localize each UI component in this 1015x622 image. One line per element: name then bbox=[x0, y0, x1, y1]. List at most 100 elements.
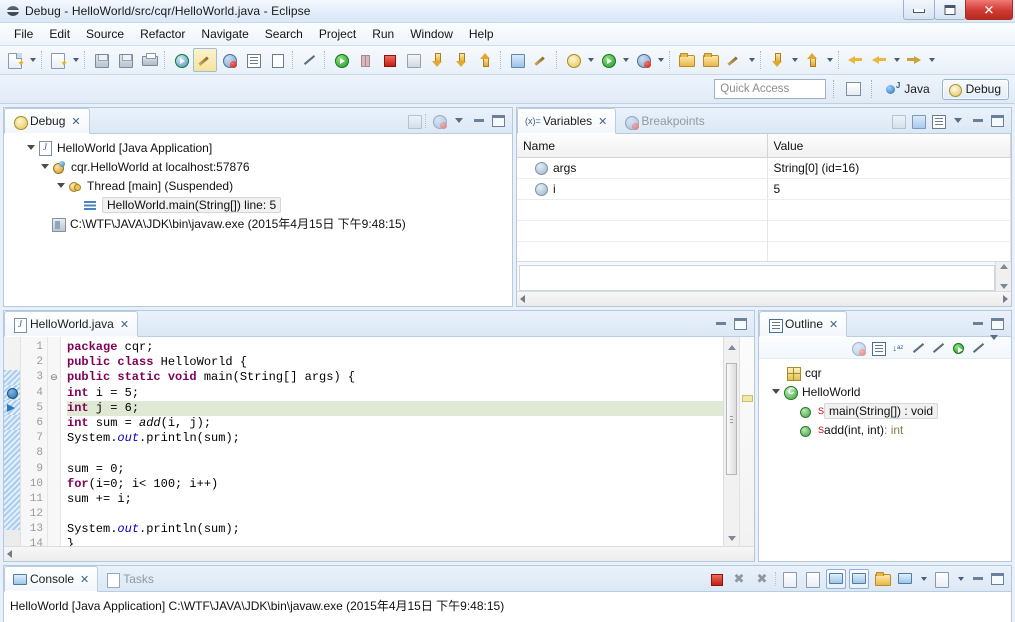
view-menu-button[interactable] bbox=[949, 112, 966, 129]
previous-annotation-dropdown[interactable] bbox=[824, 49, 835, 71]
new-java-package-button[interactable]: ✦ bbox=[46, 48, 70, 72]
detail-horizontal-scrollbar[interactable] bbox=[517, 291, 1011, 306]
tab-helloworld-java[interactable]: HelloWorld.java ✕ bbox=[4, 311, 139, 337]
quick-access-input[interactable]: Quick Access bbox=[714, 79, 827, 99]
new-wizard-dropdown[interactable] bbox=[27, 49, 38, 71]
open-perspective-button[interactable] bbox=[842, 79, 864, 99]
terminate-button[interactable] bbox=[377, 48, 401, 72]
drop-to-frame-button[interactable] bbox=[505, 48, 529, 72]
next-annotation-button[interactable] bbox=[765, 48, 789, 72]
hide-fields-button[interactable] bbox=[910, 340, 926, 356]
toggle-mark-occurrences-button[interactable] bbox=[169, 48, 193, 72]
tab-outline-close-icon[interactable]: ✕ bbox=[829, 318, 838, 331]
outline-item-package[interactable]: cqr bbox=[763, 363, 1011, 382]
resume-button[interactable] bbox=[329, 48, 353, 72]
step-return-button[interactable] bbox=[473, 48, 497, 72]
maximize-view-button[interactable] bbox=[989, 112, 1006, 129]
next-annotation-dropdown[interactable] bbox=[789, 49, 800, 71]
scroll-left-icon[interactable] bbox=[7, 550, 12, 558]
run-coverage-button[interactable] bbox=[631, 48, 655, 72]
menu-navigate[interactable]: Navigate bbox=[193, 24, 256, 44]
scroll-down-icon[interactable] bbox=[1000, 284, 1008, 289]
variable-value-cell[interactable]: 5 bbox=[767, 178, 1011, 200]
outline-item-class[interactable]: HelloWorld bbox=[763, 382, 1011, 401]
save-all-button[interactable] bbox=[113, 48, 137, 72]
minimize-view-button[interactable] bbox=[470, 112, 487, 129]
coverage-dropdown[interactable] bbox=[655, 49, 666, 71]
column-header-name[interactable]: Name bbox=[517, 134, 768, 158]
open-console-dropdown[interactable] bbox=[955, 568, 966, 590]
toggle-block-selection-button[interactable] bbox=[241, 48, 265, 72]
console-view-body[interactable]: HelloWorld [Java Application] C:\WTF\JAV… bbox=[4, 592, 1011, 622]
scroll-right-icon[interactable] bbox=[1003, 295, 1008, 303]
table-row[interactable]: args String[0] (id=16) bbox=[517, 157, 1011, 179]
hide-local-types-button[interactable] bbox=[970, 340, 986, 356]
show-whitespace-button[interactable] bbox=[265, 48, 289, 72]
breakpoint-marker-icon[interactable] bbox=[5, 385, 19, 399]
minimize-view-button[interactable] bbox=[969, 112, 986, 129]
maximize-view-button[interactable] bbox=[989, 315, 1006, 332]
outline-item-method-main[interactable]: S main(String[]) : void bbox=[763, 401, 1011, 420]
debug-tree-row-selected[interactable]: HelloWorld.main(String[]) line: 5 bbox=[10, 195, 512, 214]
expand-arrow-icon[interactable] bbox=[24, 145, 37, 150]
display-selected-console-button[interactable] bbox=[895, 569, 915, 589]
outline-item-method-add[interactable]: S add(int, int) : int bbox=[763, 420, 1011, 439]
step-over-button[interactable] bbox=[449, 48, 473, 72]
debug-tree-row[interactable]: HelloWorld [Java Application] bbox=[10, 138, 512, 157]
overview-marker[interactable] bbox=[742, 395, 753, 402]
close-button[interactable]: ✕ bbox=[965, 0, 1013, 20]
menu-help[interactable]: Help bbox=[461, 24, 502, 44]
last-edit-location-button[interactable] bbox=[843, 48, 867, 72]
maximize-view-button[interactable] bbox=[490, 112, 507, 129]
skip-breakpoints-button[interactable] bbox=[217, 48, 241, 72]
detail-vertical-scrollbar[interactable] bbox=[995, 262, 1011, 291]
debug-tree-row[interactable]: Thread [main] (Suspended) bbox=[10, 176, 512, 195]
previous-annotation-button[interactable] bbox=[800, 48, 824, 72]
display-console-dropdown[interactable] bbox=[918, 568, 929, 590]
scroll-up-icon[interactable] bbox=[1000, 264, 1008, 269]
back-dropdown[interactable] bbox=[891, 49, 902, 71]
editor-vertical-scrollbar[interactable] bbox=[723, 337, 739, 546]
hide-static-button[interactable] bbox=[930, 340, 946, 356]
perspective-java[interactable]: Java bbox=[880, 79, 937, 100]
focus-on-active-task-button[interactable] bbox=[850, 340, 866, 356]
suspend-button[interactable] bbox=[353, 48, 377, 72]
run-last-button[interactable] bbox=[596, 48, 620, 72]
view-menu-button[interactable] bbox=[450, 112, 467, 129]
tab-tasks[interactable]: Tasks bbox=[98, 566, 162, 591]
scrollbar-thumb[interactable] bbox=[726, 363, 737, 475]
perspective-debug[interactable]: Debug bbox=[941, 78, 1009, 100]
variable-value-cell[interactable]: String[0] (id=16) bbox=[767, 157, 1011, 179]
show-console-on-output-button[interactable] bbox=[826, 568, 846, 589]
collapse-all-button[interactable] bbox=[929, 112, 946, 129]
menu-search[interactable]: Search bbox=[257, 24, 311, 44]
run-dropdown[interactable] bbox=[620, 49, 631, 71]
outline-view-menu-button[interactable] bbox=[990, 340, 1006, 356]
menu-source[interactable]: Source bbox=[78, 24, 132, 44]
disconnect-button[interactable] bbox=[401, 48, 425, 72]
fold-marker-collapse[interactable]: ⊖ bbox=[48, 370, 60, 385]
minimize-button[interactable] bbox=[903, 0, 935, 20]
minimize-editor-button[interactable] bbox=[712, 315, 729, 332]
sort-button[interactable]: ↓ᵃᶻ bbox=[890, 340, 906, 356]
remove-all-terminated-button[interactable] bbox=[405, 112, 422, 129]
clear-console-button[interactable] bbox=[780, 569, 800, 589]
tab-editor-close-icon[interactable]: ✕ bbox=[120, 318, 129, 331]
editor-folding-gutter[interactable]: ⊖ bbox=[48, 337, 61, 546]
menu-run[interactable]: Run bbox=[364, 24, 402, 44]
debug-tree-row[interactable]: C:\WTF\JAVA\JDK\bin\javaw.exe (2015年4月15… bbox=[10, 214, 512, 233]
editor-marker-gutter[interactable] bbox=[4, 337, 21, 546]
show-debug-toolbar-button[interactable] bbox=[430, 112, 447, 129]
show-type-names-button[interactable] bbox=[889, 112, 906, 129]
show-console-on-error-button[interactable] bbox=[849, 568, 869, 589]
editor-overview-ruler[interactable] bbox=[739, 337, 754, 546]
tab-breakpoints[interactable]: Breakpoints bbox=[616, 108, 712, 133]
variable-detail-text[interactable] bbox=[519, 265, 995, 291]
maximize-view-button[interactable] bbox=[989, 570, 1006, 587]
external-tools-button[interactable] bbox=[722, 48, 746, 72]
remove-launch-button[interactable]: ✖ bbox=[729, 569, 749, 589]
print-button[interactable] bbox=[137, 48, 161, 72]
tab-variables[interactable]: (x)= Variables ✕ bbox=[517, 108, 617, 134]
collapse-all-button[interactable] bbox=[870, 340, 886, 356]
menu-edit[interactable]: Edit bbox=[41, 24, 78, 44]
